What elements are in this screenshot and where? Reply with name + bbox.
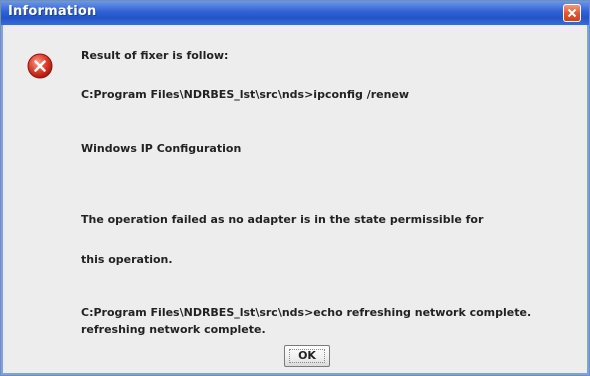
- close-icon: [567, 8, 577, 18]
- message-line: refreshing network complete.: [81, 323, 266, 336]
- focus-ring: [289, 349, 325, 363]
- message-line: C:Program Files\NDRBES_lst\src\nds>ipcon…: [81, 88, 410, 101]
- window-title: Information: [8, 4, 97, 19]
- message-line: The operation failed as no adapter is in…: [81, 213, 484, 226]
- message-line: Windows IP Configuration: [81, 142, 242, 155]
- close-button[interactable]: [563, 4, 581, 22]
- message-line: C:Program Files\NDRBES_lst\src\nds>echo …: [81, 306, 532, 319]
- information-dialog: Information Result of fixer is follow: C…: [0, 0, 590, 376]
- message-line: this operation.: [81, 253, 173, 266]
- message-line: Result of fixer is follow:: [81, 49, 229, 62]
- ok-button[interactable]: OK: [284, 345, 330, 367]
- title-bar[interactable]: Information: [1, 1, 589, 25]
- error-icon: [27, 53, 53, 79]
